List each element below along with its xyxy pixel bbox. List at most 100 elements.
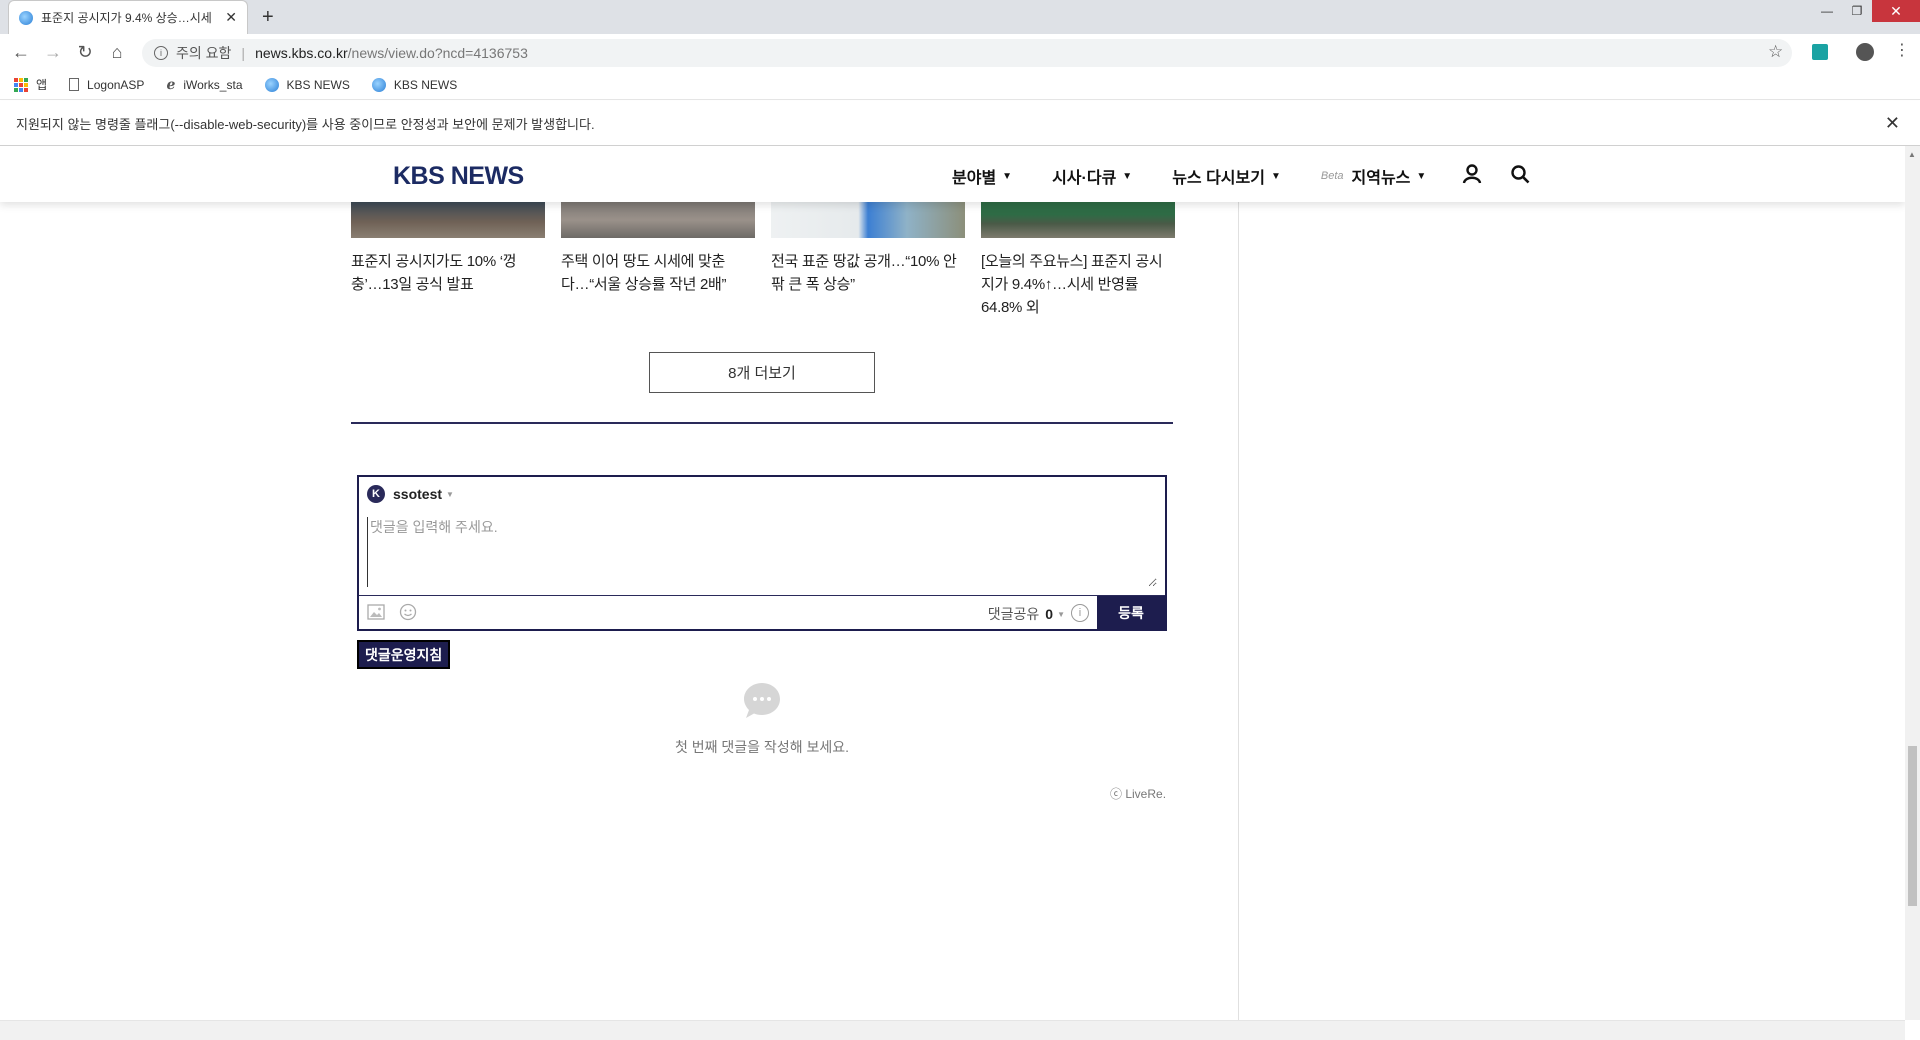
emoji-icon[interactable] <box>399 603 417 621</box>
main-nav: 분야별 ▼ 시사·다큐 ▼ 뉴스 다시보기 ▼ Beta 지역뉴스 ▼ <box>952 164 1466 188</box>
nav-item-replay[interactable]: 뉴스 다시보기 ▼ <box>1172 164 1281 188</box>
ie-icon: ℯ <box>166 76 176 92</box>
bookmark-kbs-news-2[interactable]: KBS NEWS <box>371 77 458 92</box>
tab-close-icon[interactable]: ✕ <box>225 9 237 26</box>
page-icon <box>69 78 80 91</box>
search-icon[interactable] <box>1510 164 1530 184</box>
minimize-icon[interactable]: — <box>1812 0 1842 22</box>
nav-label: 뉴스 다시보기 <box>1172 170 1265 187</box>
related-news-card[interactable]: 전국 표준 땅값 공개…“10% 안팎 큰 폭 상승” <box>771 202 965 296</box>
nav-item-category[interactable]: 분야별 ▼ <box>952 164 1012 188</box>
url-separator: | <box>241 45 246 61</box>
site-info-icon[interactable]: i <box>154 46 168 60</box>
window-controls: — ❐ ✕ <box>1812 0 1920 22</box>
kbs-favicon-icon <box>264 77 279 92</box>
nav-item-local-news[interactable]: Beta 지역뉴스 ▼ <box>1321 164 1426 188</box>
security-label: 주의 요함 <box>176 45 232 61</box>
nav-label: 시사·다큐 <box>1052 170 1117 187</box>
section-divider <box>351 422 1173 424</box>
comment-share-toggle[interactable]: 댓글공유 0 ▼ <box>988 604 1065 624</box>
new-tab-button[interactable]: + <box>262 6 274 29</box>
comment-user[interactable]: K ssotest ▼ <box>367 485 454 503</box>
news-thumbnail <box>351 202 545 238</box>
news-thumbnail <box>981 202 1175 238</box>
kbs-favicon-icon <box>371 77 386 92</box>
nav-label: 분야별 <box>952 170 997 187</box>
share-label: 댓글공유 <box>987 606 1040 622</box>
bookmark-label: LogonASP <box>87 77 145 92</box>
caret-down-icon: ▼ <box>1270 170 1281 182</box>
bookmark-kbs-news-1[interactable]: KBS NEWS <box>264 77 350 92</box>
nav-label: 지역뉴스 <box>1351 170 1411 187</box>
news-title: 표준지 공시지가도 10% ‘껑충’…13일 공식 발표 <box>351 253 517 293</box>
caret-down-icon: ▼ <box>1416 170 1427 182</box>
news-title: 주택 이어 땅도 시세에 맞춘다…“서울 상승률 작년 2배” <box>561 253 727 293</box>
related-news-card[interactable]: 주택 이어 땅도 시세에 맞춘다…“서울 상승률 작년 2배” <box>561 202 755 296</box>
bookmark-apps[interactable]: 앱 <box>14 76 47 93</box>
load-more-button[interactable]: 8개 더보기 <box>649 352 875 393</box>
news-thumbnail <box>771 202 965 238</box>
window-close-icon[interactable]: ✕ <box>1872 0 1920 22</box>
horizontal-scrollbar[interactable] <box>0 1020 1905 1040</box>
related-news-card[interactable]: [오늘의 주요뉴스] 표준지 공시지가 9.4%↑…시세 반영률 64.8% 외 <box>981 202 1175 319</box>
comment-toolbar: 댓글공유 0 ▼ i 등록 <box>359 595 1165 629</box>
nav-item-current-affairs[interactable]: 시사·다큐 ▼ <box>1052 164 1132 188</box>
back-icon[interactable]: ← <box>10 42 32 63</box>
forward-icon[interactable]: → <box>42 42 64 63</box>
share-count: 0 <box>1045 606 1054 622</box>
bookmarks-bar: 앱 LogonASP ℯ iWorks_sta KBS NEWS KBS NEW… <box>0 70 1920 100</box>
bookmark-logonasp[interactable]: LogonASP <box>69 78 144 92</box>
caret-down-icon: ▼ <box>1057 609 1065 619</box>
kbs-account-icon: K <box>367 485 385 503</box>
right-rail-divider <box>1238 202 1239 1020</box>
related-news-card[interactable]: 표준지 공시지가도 10% ‘껑충’…13일 공식 발표 <box>351 202 545 296</box>
scroll-up-icon[interactable]: ▲ <box>1908 150 1916 159</box>
restore-icon[interactable]: ❐ <box>1842 0 1872 22</box>
security-warning-bar: 지원되지 않는 명령줄 플래그(--disable-web-security)를… <box>0 101 1920 146</box>
profile-icon[interactable] <box>1856 43 1874 61</box>
close-icon[interactable]: ✕ <box>1885 113 1900 134</box>
beta-badge: Beta <box>1320 170 1344 182</box>
address-bar[interactable]: i 주의 요함 | news.kbs.co.kr /news/view.do?n… <box>142 39 1792 67</box>
news-title: 전국 표준 땅값 공개…“10% 안팎 큰 폭 상승” <box>771 253 957 293</box>
bookmark-label: KBS NEWS <box>393 77 458 92</box>
livere-credit[interactable]: ⓒ LiveRe. <box>1110 785 1166 802</box>
submit-comment-button[interactable]: 등록 <box>1097 596 1165 629</box>
comment-username: ssotest <box>393 486 443 502</box>
site-header: KBS NEWS 분야별 ▼ 시사·다큐 ▼ 뉴스 다시보기 ▼ Beta 지역… <box>0 146 1905 202</box>
reload-icon[interactable]: ↻ <box>74 42 96 63</box>
bookmark-label: KBS NEWS <box>286 77 350 92</box>
scrollbar-thumb[interactable] <box>1908 746 1917 906</box>
url-host: news.kbs.co.kr <box>255 45 348 61</box>
caret-down-icon: ▼ <box>1002 170 1013 182</box>
kbs-news-logo[interactable]: KBS NEWS <box>393 162 524 191</box>
comment-box: K ssotest ▼ 댓글공유 0 ▼ i 등록 <box>357 475 1167 631</box>
url-path: /news/view.do?ncd=4136753 <box>347 45 528 61</box>
extension-icon[interactable] <box>1812 44 1828 60</box>
info-icon[interactable]: i <box>1071 604 1089 622</box>
bookmark-star-icon[interactable]: ☆ <box>1768 42 1783 62</box>
home-icon[interactable]: ⌂ <box>106 42 128 63</box>
vertical-scrollbar[interactable]: ▲ <box>1905 146 1920 1020</box>
speech-bubble-icon <box>744 683 780 718</box>
browser-tab[interactable]: 표준지 공시지가 9.4% 상승…시세 ✕ <box>8 0 248 34</box>
comment-input[interactable] <box>367 517 1157 587</box>
page-viewport: KBS NEWS 분야별 ▼ 시사·다큐 ▼ 뉴스 다시보기 ▼ Beta 지역… <box>0 146 1905 1020</box>
caret-down-icon: ▼ <box>446 489 454 499</box>
user-icon[interactable] <box>1462 164 1482 184</box>
news-title: [오늘의 주요뉴스] 표준지 공시지가 9.4%↑…시세 반영률 64.8% 외 <box>981 253 1163 316</box>
bookmark-label: 앱 <box>36 78 48 92</box>
image-upload-icon[interactable] <box>367 604 385 620</box>
kbs-favicon-icon <box>19 10 33 25</box>
tab-strip: 표준지 공시지가 9.4% 상승…시세 ✕ + — ❐ ✕ <box>0 0 1920 34</box>
bookmark-iworks[interactable]: ℯ iWorks_sta <box>166 76 242 93</box>
related-news-list: 표준지 공시지가도 10% ‘껑충’…13일 공식 발표 주택 이어 땅도 시세… <box>351 202 1175 322</box>
bookmark-label: iWorks_sta <box>183 77 243 92</box>
comment-policy-button[interactable]: 댓글운영지침 <box>357 640 451 669</box>
menu-icon[interactable]: ⋮ <box>1894 40 1910 60</box>
empty-comments-message: 첫 번째 댓글을 작성해 보세요. <box>674 739 849 755</box>
apps-icon <box>14 77 28 92</box>
warning-text: 지원되지 않는 명령줄 플래그(--disable-web-security)를… <box>16 116 595 132</box>
news-thumbnail <box>561 202 755 238</box>
caret-down-icon: ▼ <box>1122 170 1133 182</box>
